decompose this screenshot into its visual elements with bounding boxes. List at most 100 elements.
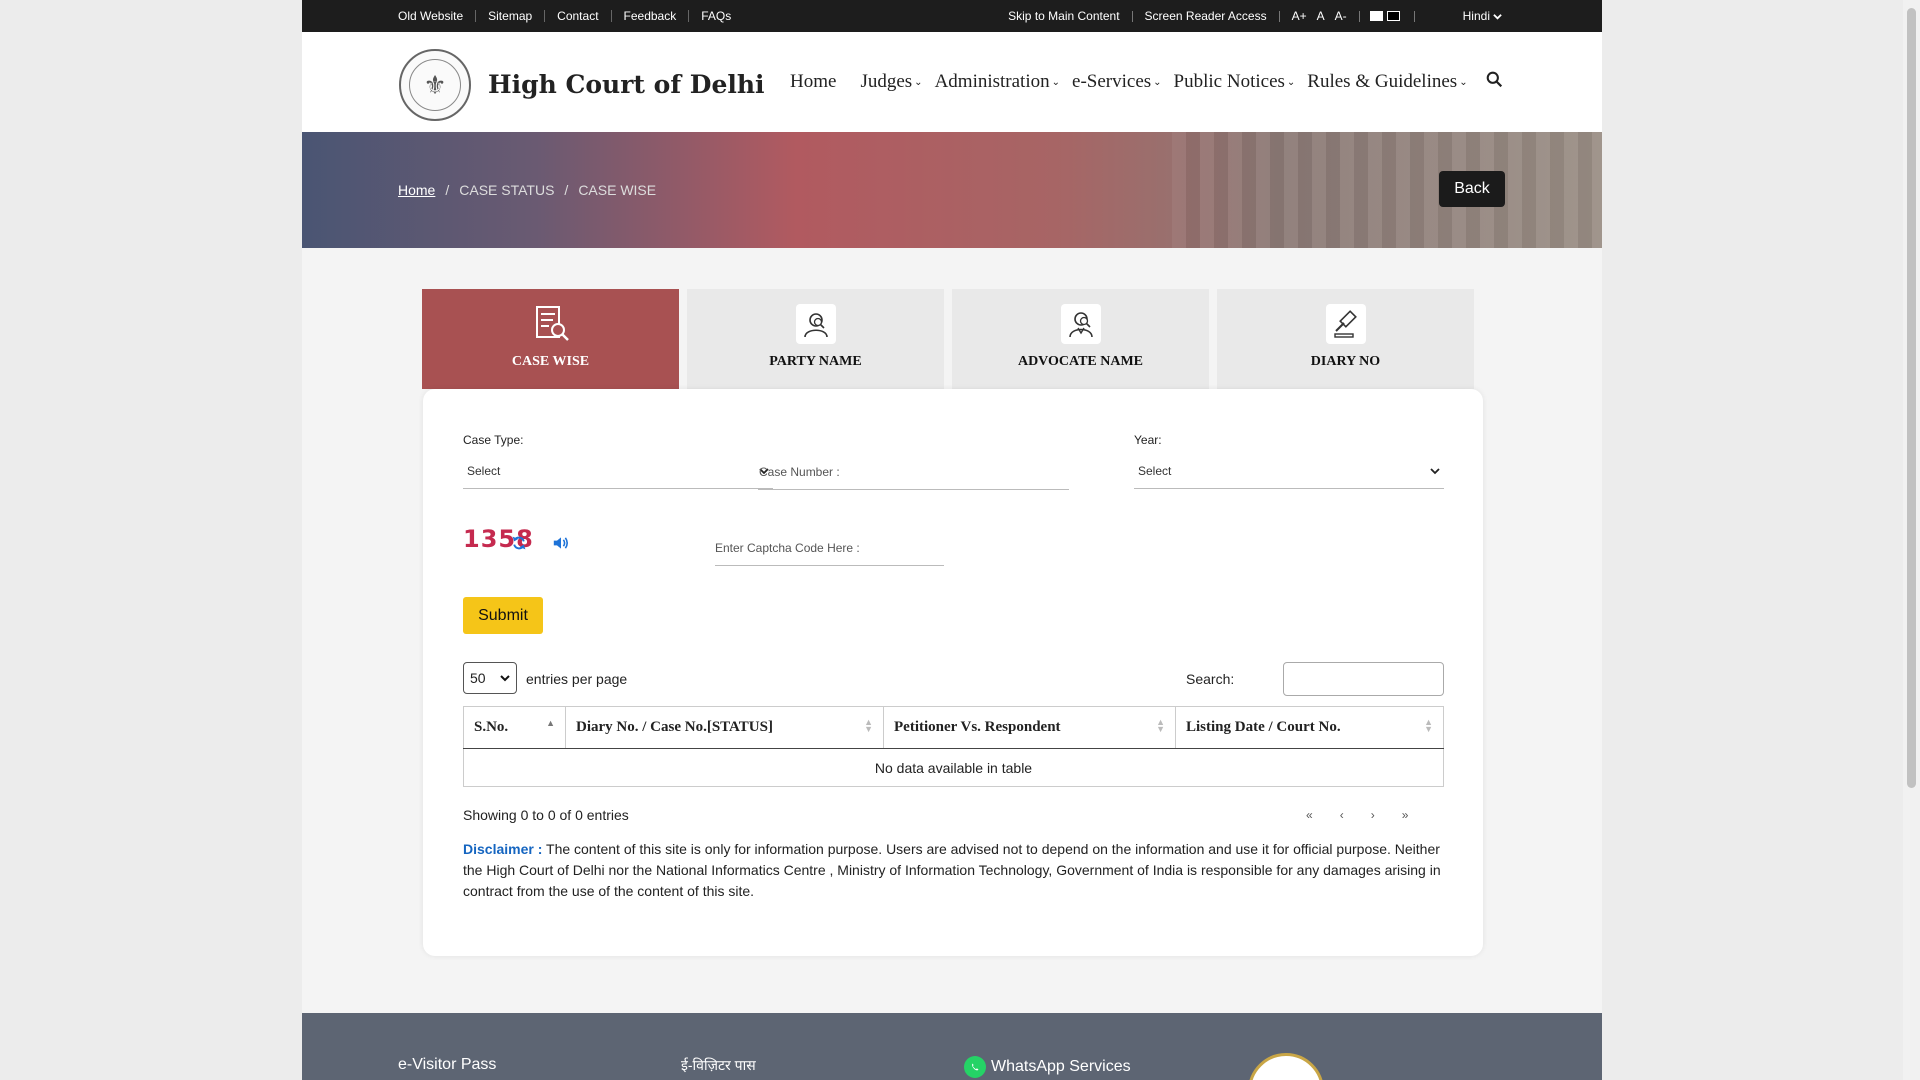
breadcrumb-case-status: CASE STATUS <box>459 182 555 198</box>
page-scrollbar[interactable] <box>1903 0 1920 1080</box>
submit-button[interactable]: Submit <box>463 597 543 634</box>
dark-theme-button[interactable] <box>1386 11 1400 21</box>
table-search-input[interactable] <box>1283 662 1444 696</box>
evisitor-pass-hindi-label: ई-विज़िटर पास <box>681 1057 756 1073</box>
old-website-link[interactable]: Old Website <box>398 10 475 22</box>
refresh-icon[interactable] <box>509 533 529 553</box>
utility-links: Old Website Sitemap Contact Feedback FAQ… <box>398 10 743 22</box>
gavel-icon <box>1325 304 1366 344</box>
breadcrumb: Home / CASE STATUS / CASE WISE <box>398 182 656 198</box>
skip-to-main-link[interactable]: Skip to Main Content <box>1006 9 1121 23</box>
whatsapp-icon <box>964 1056 986 1078</box>
case-number-field[interactable]: Case Number : <box>758 454 1069 490</box>
column-header-parties[interactable]: Petitioner Vs. Respondent ▲ ▼ <box>883 706 1176 749</box>
speaker-icon[interactable] <box>551 533 571 553</box>
captcha-placeholder: Enter Captcha Code Here : <box>715 540 860 555</box>
font-decrease-button[interactable]: A- <box>1333 9 1349 23</box>
captcha-field[interactable]: Enter Captcha Code Here : <box>715 530 944 566</box>
tab-party-name[interactable]: PARTY NAME <box>687 289 944 389</box>
case-number-placeholder: Case Number : <box>759 464 840 479</box>
breadcrumb-case-wise: CASE WISE <box>578 182 657 198</box>
breadcrumb-separator: / <box>564 182 569 198</box>
divider <box>1358 10 1360 22</box>
court-emblem-logo[interactable]: ⚜ <box>399 49 471 121</box>
font-increase-button[interactable]: A+ <box>1290 9 1309 23</box>
tab-advocate-name[interactable]: ADVOCATE NAME <box>952 289 1209 389</box>
evisitor-pass-link[interactable]: e-Visitor Pass <box>398 1056 496 1074</box>
divider <box>1413 10 1415 22</box>
divider <box>1278 10 1280 22</box>
page-banner: Home / CASE STATUS / CASE WISE Back <box>302 132 1602 248</box>
disclaimer-text: The content of this site is only for inf… <box>463 841 1441 899</box>
column-header-diary-case[interactable]: Diary No. / Case No.[STATUS] ▲ ▼ <box>565 706 884 749</box>
site-title[interactable]: High Court of Delhi <box>488 70 765 99</box>
main-nav: Home Judges ⌄ Administration ⌄ e-Services ⌄… <box>790 32 1503 132</box>
court-seal-logo <box>1248 1053 1324 1080</box>
year-select[interactable]: Select <box>1134 453 1444 489</box>
chevron-down-icon <box>500 675 510 682</box>
language-select[interactable]: Hindi <box>1463 9 1502 23</box>
chevron-down-icon: ⌄ <box>1459 76 1468 88</box>
disclaimer: Disclaimer : The content of this site is… <box>463 839 1447 902</box>
nav-judges-label: Judges <box>860 71 913 92</box>
nav-administration[interactable]: Administration ⌄ <box>935 71 1060 93</box>
column-header-listing-date[interactable]: Listing Date / Court No. ▲ ▼ <box>1175 706 1444 749</box>
nav-rules-label: Rules & Guidelines <box>1307 71 1458 92</box>
back-button[interactable]: Back <box>1439 171 1505 207</box>
chevron-down-icon: ⌄ <box>1051 76 1061 88</box>
document-search-icon <box>531 304 571 344</box>
next-page-button[interactable]: › <box>1371 808 1375 822</box>
year-value: Select <box>1138 463 1172 478</box>
table-info: Showing 0 to 0 of 0 entries <box>463 807 629 823</box>
tab-case-wise-label: CASE WISE <box>511 354 590 369</box>
font-normal-button[interactable]: A <box>1315 9 1327 23</box>
column-header-listing-label: Listing Date / Court No. <box>1186 719 1341 735</box>
sort-icon: ▲ ▼ <box>1424 717 1433 734</box>
chevron-down-icon: ⌄ <box>914 76 923 88</box>
sort-icon: ▲ ▼ <box>864 717 873 734</box>
column-header-diary-case-label: Diary No. / Case No.[STATUS] <box>576 719 773 735</box>
faqs-link[interactable]: FAQs <box>688 10 743 22</box>
column-header-sno[interactable]: S.No. ▲ <box>463 706 566 749</box>
top-utility-bar: Old Website Sitemap Contact Feedback FAQ… <box>302 0 1602 32</box>
whatsapp-services-link[interactable]: WhatsApp Services <box>964 1056 1131 1078</box>
tab-advocate-name-label: ADVOCATE NAME <box>1017 354 1144 369</box>
tab-case-wise[interactable]: CASE WISE <box>422 289 679 403</box>
sitemap-link[interactable]: Sitemap <box>475 10 544 22</box>
chevron-down-icon: ⌄ <box>1286 76 1296 88</box>
screen-reader-link[interactable]: Screen Reader Access <box>1143 9 1269 23</box>
nav-public-notices-label: Public Notices <box>1173 71 1285 92</box>
contact-link[interactable]: Contact <box>544 10 610 22</box>
table-row: No data available in table <box>463 748 1444 787</box>
nav-rules-guidelines[interactable]: Rules & Guidelines ⌄ <box>1307 71 1467 93</box>
site-header: ⚜ High Court of Delhi Home Judges ⌄ Admin… <box>302 32 1602 132</box>
nav-home[interactable]: Home <box>790 71 836 93</box>
nav-eservices[interactable]: e-Services ⌄ <box>1072 71 1162 93</box>
accessibility-controls: Skip to Main Content Screen Reader Acces… <box>1006 0 1502 32</box>
prev-page-button[interactable]: ‹ <box>1340 808 1344 822</box>
case-type-select[interactable]: Select <box>463 453 773 489</box>
evisitor-pass-hindi-link[interactable]: ई-विज़िटर पास <box>681 1056 756 1075</box>
site-footer: e-Visitor Pass ई-विज़िटर पास WhatsApp Se… <box>302 1013 1602 1080</box>
whatsapp-services-label: WhatsApp Services <box>991 1058 1131 1075</box>
last-page-button[interactable]: » <box>1402 808 1409 822</box>
sort-icon: ▲ ▼ <box>1156 717 1165 734</box>
nav-administration-label: Administration <box>934 71 1050 92</box>
search-type-tabs: CASE WISE PARTY NAME ADVOCATE NAME DIARY… <box>422 289 1474 403</box>
language-label: Hindi <box>1462 9 1490 23</box>
feedback-link[interactable]: Feedback <box>610 10 689 22</box>
nav-judges[interactable]: Judges ⌄ <box>860 71 922 93</box>
case-type-value: Select <box>467 463 501 478</box>
light-theme-button[interactable] <box>1369 11 1383 21</box>
scrollbar-thumb[interactable] <box>1907 8 1916 788</box>
table-search-label: Search: <box>1186 671 1235 687</box>
first-page-button[interactable]: « <box>1306 808 1313 822</box>
tab-diary-no[interactable]: DIARY NO <box>1217 289 1474 389</box>
case-type-label: Case Type: <box>463 433 524 447</box>
nav-public-notices[interactable]: Public Notices ⌄ <box>1174 71 1296 93</box>
page-length-select[interactable]: 50 <box>463 662 517 694</box>
disclaimer-heading: Disclaimer : <box>463 841 543 857</box>
column-header-sno-label: S.No. <box>474 719 509 735</box>
search-icon[interactable] <box>1486 71 1503 94</box>
breadcrumb-home-link[interactable]: Home <box>398 182 435 198</box>
